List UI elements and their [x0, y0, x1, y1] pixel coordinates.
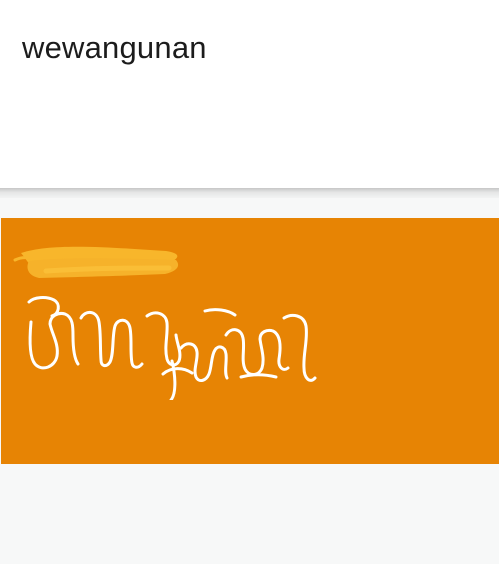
empty-bottom-area [0, 464, 499, 564]
javanese-script-output [21, 290, 321, 400]
source-text[interactable]: wewangunan [22, 28, 207, 68]
redaction-mark [11, 233, 183, 283]
panel-divider [0, 188, 499, 198]
source-text-panel[interactable]: wewangunan [0, 0, 499, 188]
transliteration-card [1, 218, 499, 464]
